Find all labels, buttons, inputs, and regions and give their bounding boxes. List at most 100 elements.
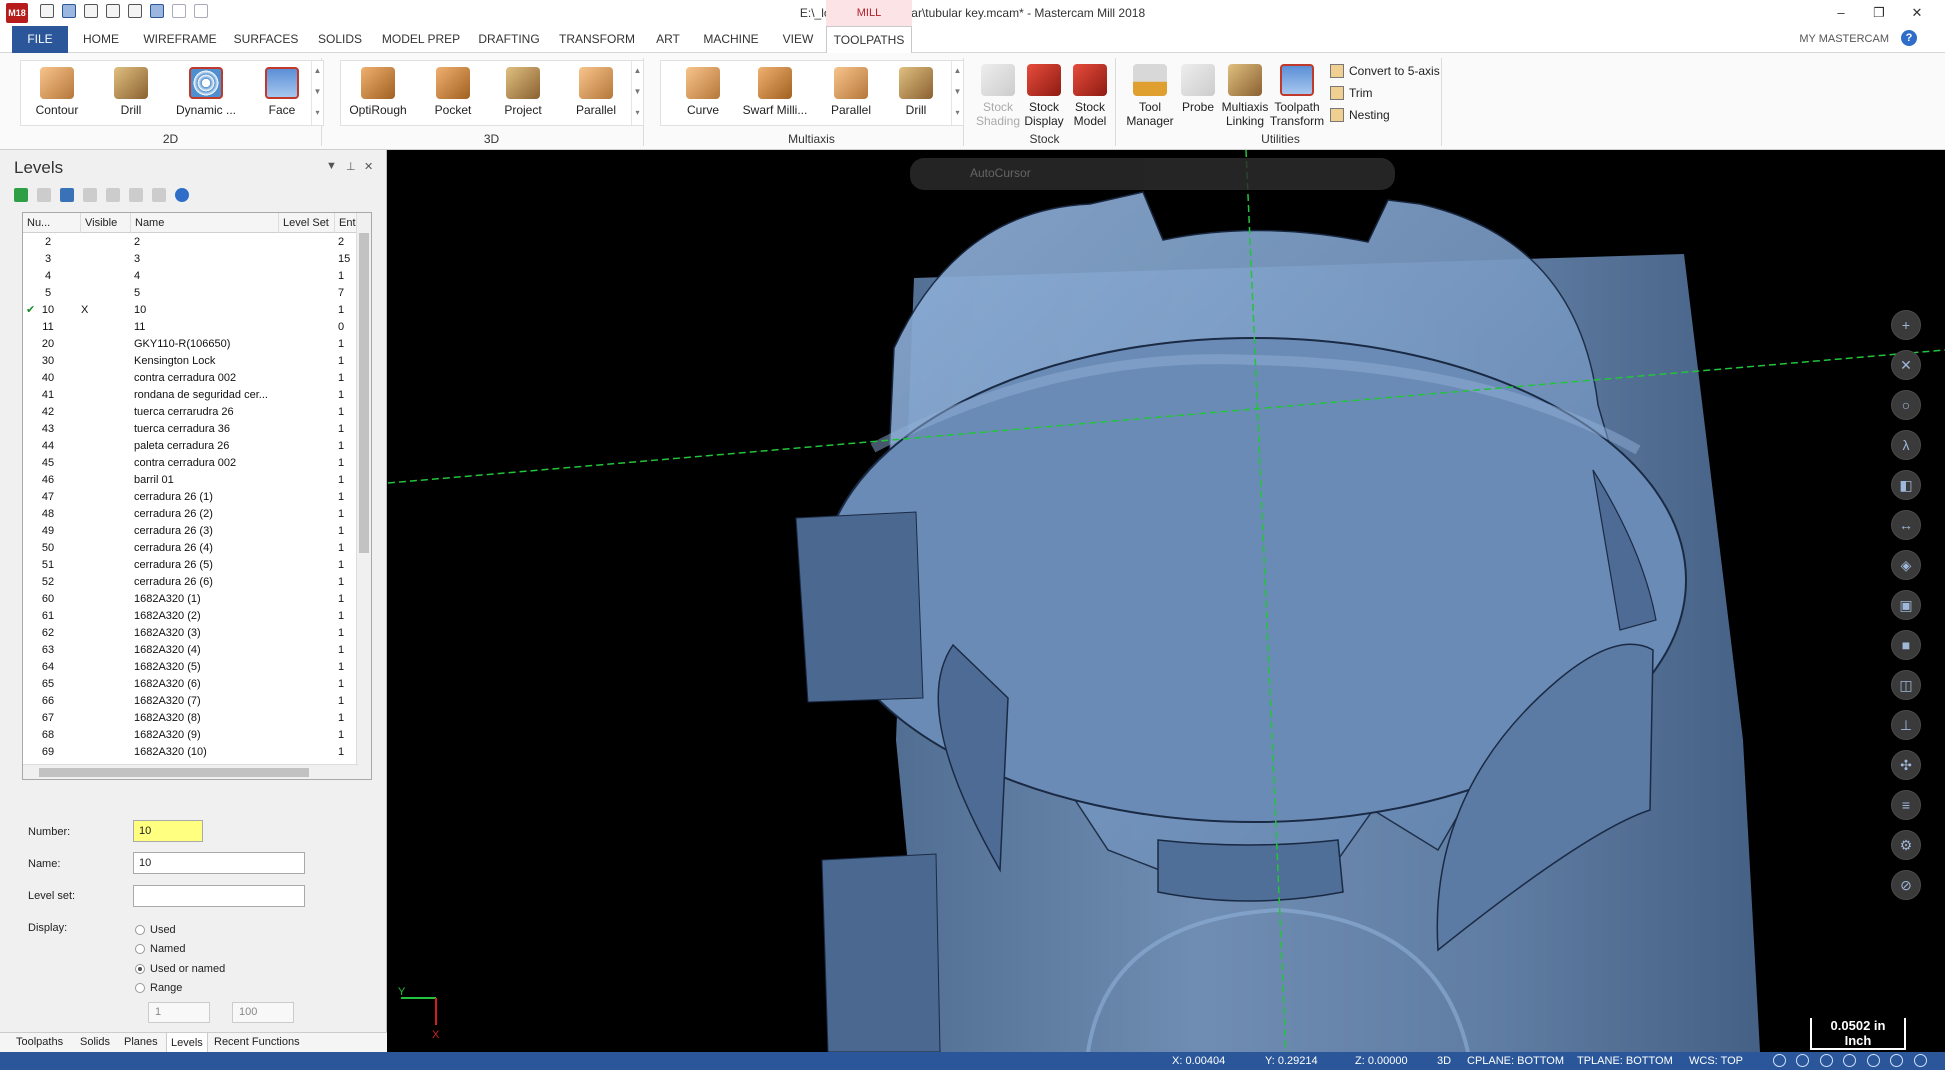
curve-tool-icon[interactable]: λ <box>1891 430 1921 460</box>
clear-icon[interactable]: ⊘ <box>1891 870 1921 900</box>
project-button[interactable]: Project <box>493 67 553 117</box>
graphics-viewport[interactable]: Y X AutoCursor + ✕ ○ λ ◧ ↔ ◈ ▣ ■ ◫ ⊥ ✣ ≡… <box>388 150 1945 1052</box>
display-named-radio[interactable]: Named <box>135 943 185 955</box>
mode-3d[interactable]: 3D <box>1437 1055 1451 1067</box>
col-number[interactable]: Nu... <box>23 213 81 233</box>
display-range-radio[interactable]: Range <box>135 982 182 994</box>
pin-icon[interactable]: ⊥ <box>346 160 356 173</box>
table-row[interactable]: 63 1682A320 (4) 1 <box>23 642 358 659</box>
refresh-icon[interactable] <box>106 188 120 202</box>
stock-shading-button[interactable]: Stock Shading <box>974 64 1022 128</box>
col-visible[interactable]: Visible <box>81 213 131 233</box>
solid-icon[interactable]: ▣ <box>1891 590 1921 620</box>
my-mastercam-link[interactable]: MY MASTERCAM <box>1799 33 1889 45</box>
level-help-icon[interactable] <box>175 188 189 202</box>
dimension-icon[interactable]: ↔ <box>1891 510 1921 540</box>
toolpath-transform-button[interactable]: Toolpath Transform <box>1268 64 1326 128</box>
settings-icon[interactable] <box>152 188 166 202</box>
layers-icon[interactable] <box>60 188 74 202</box>
table-row[interactable]: 51 cerradura 26 (5) 1 <box>23 557 358 574</box>
parallel-3d-button[interactable]: Parallel <box>563 67 629 117</box>
horizontal-scrollbar[interactable] <box>23 764 358 779</box>
restore-button[interactable]: ❐ <box>1861 2 1897 24</box>
table-row[interactable]: 11 11 0 <box>23 319 358 336</box>
shade-sphere-icon[interactable] <box>1867 1054 1880 1067</box>
swarf-milling-button[interactable]: Swarf Milli... <box>735 67 815 117</box>
tab-machine[interactable]: MACHINE <box>696 26 766 53</box>
number-field[interactable]: 10 <box>133 820 203 842</box>
table-row[interactable]: 47 cerradura 26 (1) 1 <box>23 489 358 506</box>
section-icon[interactable]: ◫ <box>1891 670 1921 700</box>
table-row[interactable]: 45 contra cerradura 002 1 <box>23 455 358 472</box>
world-icon[interactable] <box>1796 1054 1809 1067</box>
settings-view-icon[interactable]: ⚙ <box>1891 830 1921 860</box>
drill-multiaxis-button[interactable]: Drill <box>891 67 941 117</box>
report-icon[interactable] <box>129 188 143 202</box>
stock-display-button[interactable]: Stock Display <box>1020 64 1068 128</box>
table-row[interactable]: 61 1682A320 (2) 1 <box>23 608 358 625</box>
table-row[interactable]: 66 1682A320 (7) 1 <box>23 693 358 710</box>
panel-menu-icon[interactable]: ▼ <box>326 160 337 172</box>
table-row[interactable]: 60 1682A320 (1) 1 <box>23 591 358 608</box>
table-row[interactable]: 50 cerradura 26 (4) 1 <box>23 540 358 557</box>
grid-icon[interactable]: ✣ <box>1891 750 1921 780</box>
zoom-in-icon[interactable]: + <box>1891 310 1921 340</box>
pocket-button[interactable]: Pocket <box>423 67 483 117</box>
layers-view-icon[interactable]: ≡ <box>1891 790 1921 820</box>
level-set-field[interactable] <box>133 885 305 907</box>
globe-alt-icon[interactable] <box>1820 1054 1833 1067</box>
curve-button[interactable]: Curve <box>673 67 733 117</box>
shading-icon[interactable]: ■ <box>1891 630 1921 660</box>
table-row[interactable]: 52 cerradura 26 (6) 1 <box>23 574 358 591</box>
table-row[interactable]: 64 1682A320 (5) 1 <box>23 659 358 676</box>
vertical-scrollbar[interactable] <box>356 213 371 779</box>
help-icon[interactable]: ? <box>1901 30 1917 46</box>
col-level-set[interactable]: Level Set <box>279 213 335 233</box>
tab-toolpaths[interactable]: TOOLPATHS <box>826 26 912 54</box>
tab-drafting[interactable]: DRAFTING <box>472 26 546 53</box>
autocursor-toolbar[interactable]: AutoCursor <box>910 158 1395 190</box>
table-row[interactable]: 67 1682A320 (8) 1 <box>23 710 358 727</box>
parallel-multiaxis-button[interactable]: Parallel <box>821 67 881 117</box>
close-button[interactable]: ✕ <box>1899 2 1935 24</box>
material-icon[interactable] <box>1914 1054 1927 1067</box>
gallery-scroll[interactable]: ▲ ▼ ▾ <box>311 61 323 125</box>
table-row[interactable]: 48 cerradura 26 (2) 1 <box>23 506 358 523</box>
table-row[interactable]: 46 barril 01 1 <box>23 472 358 489</box>
display-used-radio[interactable]: Used <box>135 924 176 936</box>
drill-button[interactable]: Drill <box>101 67 161 117</box>
tab-solids-manager[interactable]: Solids <box>80 1036 110 1048</box>
tab-model-prep[interactable]: MODEL PREP <box>378 26 464 53</box>
render-sphere-icon[interactable] <box>1890 1054 1903 1067</box>
hscroll-thumb[interactable] <box>39 768 309 777</box>
tab-planes-manager[interactable]: Planes <box>124 1036 158 1048</box>
wcs-status[interactable]: WCS: TOP <box>1689 1055 1743 1067</box>
panel-close-icon[interactable]: ✕ <box>364 160 373 173</box>
view-icon[interactable]: ◧ <box>1891 470 1921 500</box>
table-row[interactable]: 41 rondana de seguridad cer... 1 <box>23 387 358 404</box>
col-name[interactable]: Name <box>131 213 279 233</box>
tab-toolpaths-manager[interactable]: Toolpaths <box>16 1036 63 1048</box>
tab-recent-functions[interactable]: Recent Functions <box>214 1036 300 1048</box>
table-row[interactable]: 62 1682A320 (3) 1 <box>23 625 358 642</box>
table-row[interactable]: 49 cerradura 26 (3) 1 <box>23 523 358 540</box>
table-row[interactable]: 69 1682A320 (10) 1 <box>23 744 358 761</box>
tab-levels-manager[interactable]: Levels <box>166 1033 208 1053</box>
circle-icon[interactable]: ○ <box>1891 390 1921 420</box>
tab-file[interactable]: FILE <box>12 26 68 53</box>
table-row[interactable]: ✔ 10 X 10 1 <box>23 302 358 319</box>
nesting-button[interactable]: Nesting <box>1330 108 1390 122</box>
layers-all-icon[interactable] <box>83 188 97 202</box>
add-level-icon[interactable] <box>14 188 28 202</box>
table-row[interactable]: 557 <box>23 285 358 302</box>
gnomon-icon[interactable]: ⊥ <box>1891 710 1921 740</box>
range-to-field[interactable]: 100 <box>232 1002 294 1023</box>
minimize-button[interactable]: – <box>1823 2 1859 24</box>
table-row[interactable]: 222 <box>23 234 358 251</box>
table-row[interactable]: 441 <box>23 268 358 285</box>
tab-home[interactable]: HOME <box>74 26 128 53</box>
table-row[interactable]: 43 tuerca cerradura 36 1 <box>23 421 358 438</box>
tab-transform[interactable]: TRANSFORM <box>554 26 640 53</box>
tplane-status[interactable]: TPLANE: BOTTOM <box>1577 1055 1673 1067</box>
tab-view[interactable]: VIEW <box>774 26 822 53</box>
